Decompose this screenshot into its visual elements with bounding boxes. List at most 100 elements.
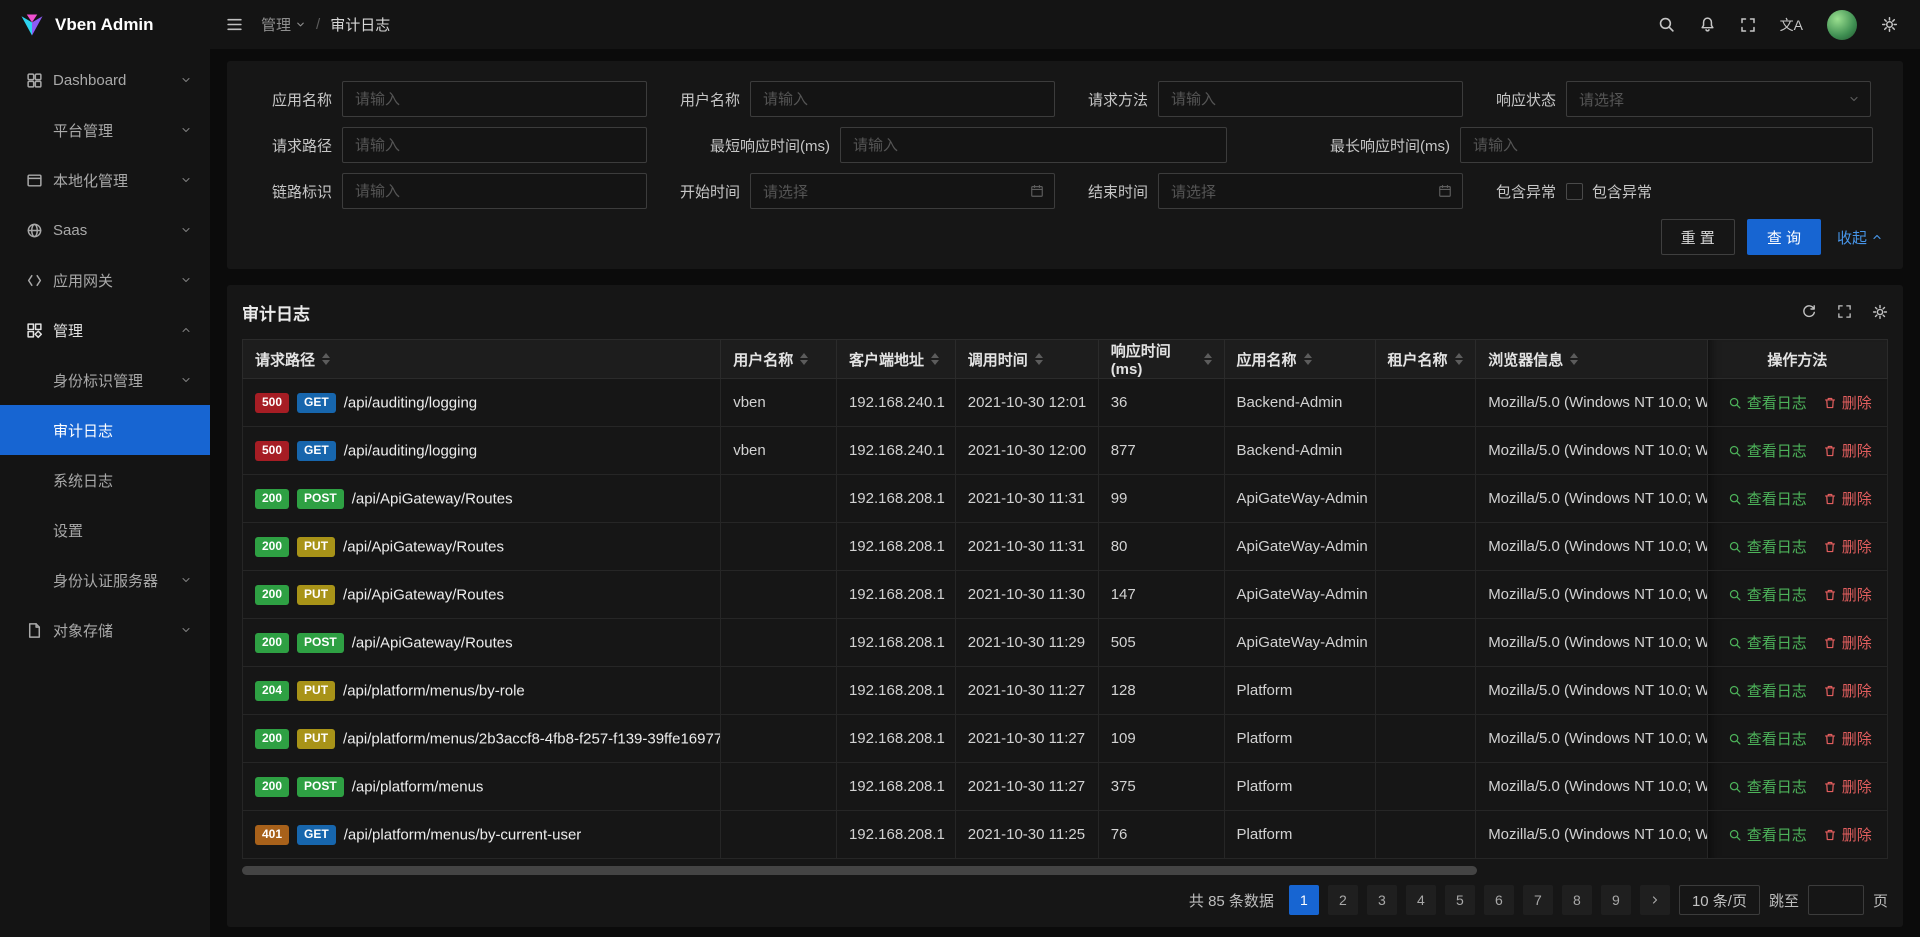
delete-button[interactable]: 删除	[1823, 392, 1872, 413]
user-name-input[interactable]	[750, 81, 1055, 117]
sort-icon[interactable]	[800, 353, 808, 365]
filter-row-2: 请求路径 最短响应时间(ms) 最长响应时间(ms)	[247, 127, 1883, 163]
end-time-picker[interactable]: 请选择	[1158, 173, 1463, 209]
view-log-button[interactable]: 查看日志	[1728, 632, 1807, 653]
sidebar-item-saas[interactable]: Saas	[0, 205, 210, 255]
view-log-button[interactable]: 查看日志	[1728, 776, 1807, 797]
maximize-icon[interactable]	[1837, 304, 1852, 320]
translate-icon[interactable]: 文A	[1780, 15, 1803, 35]
sort-icon[interactable]	[1204, 353, 1212, 365]
sort-icon[interactable]	[1304, 353, 1312, 365]
delete-button[interactable]: 删除	[1823, 488, 1872, 509]
column-header-request-path[interactable]: 请求路径	[243, 340, 721, 379]
next-page-button[interactable]	[1640, 885, 1670, 915]
fullscreen-icon[interactable]	[1740, 17, 1756, 33]
page-button-9[interactable]: 9	[1601, 885, 1631, 915]
field-label: 链路标识	[247, 181, 342, 202]
sidebar-item-platform[interactable]: 平台管理	[0, 105, 210, 155]
request-path-input[interactable]	[342, 127, 647, 163]
delete-label: 删除	[1842, 680, 1872, 701]
delete-button[interactable]: 删除	[1823, 824, 1872, 845]
sidebar-item-dashboard[interactable]: Dashboard	[0, 55, 210, 105]
search-icon[interactable]	[1658, 16, 1675, 33]
column-header-app-name[interactable]: 应用名称	[1224, 340, 1375, 379]
column-header-tenant-name[interactable]: 租户名称	[1375, 340, 1476, 379]
delete-button[interactable]: 删除	[1823, 680, 1872, 701]
sidebar-subitem-settings[interactable]: 设置	[0, 505, 210, 555]
page-button-7[interactable]: 7	[1523, 885, 1553, 915]
request-method-input[interactable]	[1158, 81, 1463, 117]
sidebar-subitem-audit-log[interactable]: 审计日志	[0, 405, 210, 455]
sidebar-item-management[interactable]: 管理	[0, 305, 210, 355]
response-status-select[interactable]: 请选择	[1566, 81, 1871, 117]
sidebar-item-gateway[interactable]: 应用网关	[0, 255, 210, 305]
column-header-user-name[interactable]: 用户名称	[721, 340, 837, 379]
delete-button[interactable]: 删除	[1823, 728, 1872, 749]
page-button-8[interactable]: 8	[1562, 885, 1592, 915]
page-button-1[interactable]: 1	[1289, 885, 1319, 915]
avatar[interactable]	[1827, 10, 1857, 40]
view-log-button[interactable]: 查看日志	[1728, 536, 1807, 557]
include-exception-checkbox[interactable]	[1566, 183, 1583, 200]
column-header-response-time[interactable]: 响应时间(ms)	[1098, 340, 1224, 379]
sidebar-subitem-auth-server[interactable]: 身份认证服务器	[0, 555, 210, 605]
delete-button[interactable]: 删除	[1823, 632, 1872, 653]
sidebar-subitem-identity[interactable]: 身份标识管理	[0, 355, 210, 405]
column-header-call-time[interactable]: 调用时间	[955, 340, 1098, 379]
collapse-link[interactable]: 收起	[1837, 227, 1883, 248]
table-row: 204PUT/api/platform/menus/by-role192.168…	[243, 667, 1888, 715]
page-button-2[interactable]: 2	[1328, 885, 1358, 915]
column-settings-icon[interactable]	[1872, 304, 1888, 320]
collapse-label: 收起	[1837, 227, 1867, 248]
app-name-input[interactable]	[342, 81, 647, 117]
sort-icon[interactable]	[1455, 353, 1463, 365]
view-log-button[interactable]: 查看日志	[1728, 488, 1807, 509]
reset-button[interactable]: 重 置	[1661, 219, 1735, 255]
actions-cell: 查看日志删除	[1707, 379, 1887, 427]
sort-icon[interactable]	[1570, 353, 1578, 365]
page-button-6[interactable]: 6	[1484, 885, 1514, 915]
search-button[interactable]: 查 询	[1747, 219, 1821, 255]
actions-cell: 查看日志删除	[1707, 763, 1887, 811]
sidebar-collapse-icon[interactable]	[226, 16, 243, 33]
scrollbar-thumb[interactable]	[242, 866, 1477, 875]
view-log-button[interactable]: 查看日志	[1728, 440, 1807, 461]
delete-button[interactable]: 删除	[1823, 776, 1872, 797]
notification-bell-icon[interactable]	[1699, 16, 1716, 33]
delete-button[interactable]: 删除	[1823, 440, 1872, 461]
logo[interactable]: Vben Admin	[0, 0, 210, 49]
jump-page-input[interactable]	[1808, 885, 1864, 915]
delete-button[interactable]: 删除	[1823, 536, 1872, 557]
sort-icon[interactable]	[1035, 353, 1043, 365]
view-log-button[interactable]: 查看日志	[1728, 680, 1807, 701]
sort-icon[interactable]	[322, 353, 330, 365]
response-time-cell: 877	[1098, 427, 1224, 475]
field-label: 开始时间	[655, 181, 750, 202]
view-log-button[interactable]: 查看日志	[1728, 584, 1807, 605]
sidebar-item-object-storage[interactable]: 对象存储	[0, 605, 210, 655]
page-button-3[interactable]: 3	[1367, 885, 1397, 915]
settings-gear-icon[interactable]	[1881, 16, 1898, 33]
start-time-picker[interactable]: 请选择	[750, 173, 1055, 209]
page-size-select[interactable]: 10 条/页	[1679, 885, 1760, 915]
column-header-browser-info[interactable]: 浏览器信息	[1476, 340, 1708, 379]
browser-info-cell: Mozilla/5.0 (Windows NT 10.0; Win64	[1476, 379, 1708, 427]
view-log-button[interactable]: 查看日志	[1728, 824, 1807, 845]
max-response-time-input[interactable]	[1460, 127, 1873, 163]
view-log-button[interactable]: 查看日志	[1728, 728, 1807, 749]
delete-label: 删除	[1842, 440, 1872, 461]
refresh-icon[interactable]	[1801, 304, 1817, 320]
breadcrumb-parent[interactable]: 管理	[261, 14, 306, 35]
trace-id-input[interactable]	[342, 173, 647, 209]
min-response-time-input[interactable]	[840, 127, 1227, 163]
dashboard-icon	[26, 72, 43, 89]
sidebar-subitem-system-log[interactable]: 系统日志	[0, 455, 210, 505]
column-header-client-address[interactable]: 客户端地址	[836, 340, 955, 379]
view-log-button[interactable]: 查看日志	[1728, 392, 1807, 413]
sort-icon[interactable]	[931, 353, 939, 365]
view-log-label: 查看日志	[1747, 392, 1807, 413]
page-button-5[interactable]: 5	[1445, 885, 1475, 915]
page-button-4[interactable]: 4	[1406, 885, 1436, 915]
sidebar-item-localization[interactable]: 本地化管理	[0, 155, 210, 205]
delete-button[interactable]: 删除	[1823, 584, 1872, 605]
